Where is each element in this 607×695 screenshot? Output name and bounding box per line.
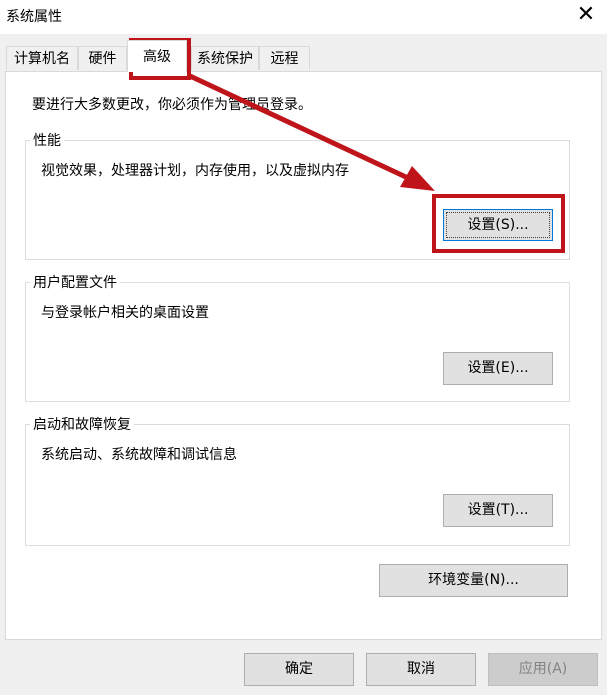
performance-group bbox=[25, 140, 570, 260]
performance-description: 视觉效果，处理器计划，内存使用，以及虚拟内存 bbox=[41, 163, 349, 179]
startup-recovery-group bbox=[25, 424, 570, 546]
environment-variables-button[interactable]: 环境变量(N)... bbox=[379, 564, 568, 597]
tab-remote[interactable]: 远程 bbox=[259, 46, 310, 70]
user-profiles-description: 与登录帐户相关的桌面设置 bbox=[41, 305, 209, 321]
performance-title: 性能 bbox=[30, 130, 64, 150]
cancel-button[interactable]: 取消 bbox=[366, 653, 476, 686]
user-profiles-settings-button[interactable]: 设置(E)... bbox=[443, 352, 553, 385]
title-bar: 系统属性 ✕ bbox=[0, 0, 607, 34]
startup-recovery-description: 系统启动、系统故障和调试信息 bbox=[41, 447, 237, 463]
tab-hardware[interactable]: 硬件 bbox=[78, 46, 127, 70]
performance-settings-button[interactable]: 设置(S)... bbox=[443, 209, 553, 241]
focus-ring bbox=[446, 212, 550, 238]
close-icon[interactable]: ✕ bbox=[574, 2, 598, 28]
admin-notice: 要进行大多数更改，你必须作为管理员登录。 bbox=[32, 97, 312, 113]
tab-system-protection[interactable]: 系统保护 bbox=[191, 46, 259, 70]
startup-recovery-title: 启动和故障恢复 bbox=[30, 414, 134, 434]
user-profiles-title: 用户配置文件 bbox=[30, 272, 120, 292]
apply-button[interactable]: 应用(A) bbox=[488, 653, 598, 686]
tab-computer-name[interactable]: 计算机名 bbox=[6, 46, 78, 70]
window-title: 系统属性 bbox=[6, 9, 62, 25]
tab-advanced[interactable]: 高级 bbox=[127, 40, 187, 72]
startup-recovery-settings-button[interactable]: 设置(T)... bbox=[443, 494, 553, 527]
ok-button[interactable]: 确定 bbox=[244, 653, 354, 686]
